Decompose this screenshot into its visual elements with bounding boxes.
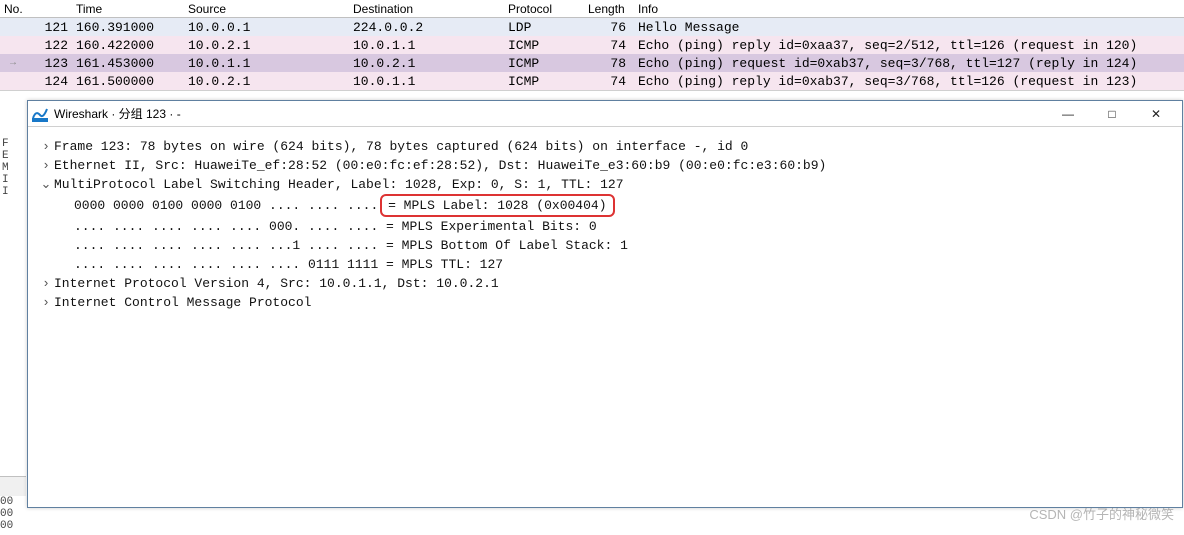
tree-fragment-letter: I	[2, 186, 26, 198]
cell-length: 78	[584, 56, 634, 71]
col-header-info[interactable]: Info	[634, 1, 1184, 17]
tree-icmp[interactable]: ›Internet Control Message Protocol	[38, 293, 1172, 312]
cell-info: Echo (ping) reply id=0xaa37, seq=2/512, …	[634, 38, 1184, 53]
packet-list-header: No. Time Source Destination Protocol Len…	[0, 0, 1184, 18]
protocol-tree[interactable]: ›Frame 123: 78 bytes on wire (624 bits),…	[28, 127, 1182, 322]
cell-source: 10.0.2.1	[184, 74, 349, 89]
cell-no: 124	[20, 74, 72, 89]
hex-line-fragment: 000000	[0, 496, 26, 532]
cell-no: 122	[20, 38, 72, 53]
caret-closed-icon[interactable]: ›	[38, 156, 54, 175]
packet-detail-window: Wireshark · 分组 123 · - — □ ✕ ›Frame 123:…	[27, 100, 1183, 508]
cell-info: Echo (ping) request id=0xab37, seq=3/768…	[634, 56, 1184, 71]
col-header-source[interactable]: Source	[184, 1, 349, 17]
cell-time: 161.500000	[72, 74, 184, 89]
related-arrow-icon: →	[0, 58, 20, 69]
hex-offset-fragment: 00	[0, 496, 26, 508]
cell-protocol: LDP	[504, 20, 584, 35]
packet-row[interactable]: 121160.39100010.0.0.1224.0.0.2LDP76Hello…	[0, 18, 1184, 36]
cell-destination: 224.0.0.2	[349, 20, 504, 35]
cell-info: Echo (ping) reply id=0xab37, seq=3/768, …	[634, 74, 1184, 89]
tree-ethernet[interactable]: ›Ethernet II, Src: HuaweiTe_ef:28:52 (00…	[38, 156, 1172, 175]
wireshark-icon	[32, 106, 48, 122]
cell-source: 10.0.0.1	[184, 20, 349, 35]
cell-protocol: ICMP	[504, 74, 584, 89]
watermark: CSDN @竹子的神秘微笑	[1029, 504, 1174, 523]
cell-time: 160.422000	[72, 38, 184, 53]
cell-destination: 10.0.2.1	[349, 56, 504, 71]
cell-protocol: ICMP	[504, 56, 584, 71]
highlight-mpls-label: = MPLS Label: 1028 (0x00404)	[380, 194, 614, 217]
cell-time: 160.391000	[72, 20, 184, 35]
tree-mpls-ttl[interactable]: .... .... .... .... .... .... 0111 1111 …	[38, 255, 1172, 274]
cell-destination: 10.0.1.1	[349, 74, 504, 89]
titlebar[interactable]: Wireshark · 分组 123 · - — □ ✕	[28, 101, 1182, 127]
cell-time: 161.453000	[72, 56, 184, 71]
col-header-no[interactable]: No.	[0, 1, 72, 17]
cell-length: 76	[584, 20, 634, 35]
cell-length: 74	[584, 38, 634, 53]
packet-list: No. Time Source Destination Protocol Len…	[0, 0, 1184, 91]
tree-fragment-letter: F	[2, 138, 26, 150]
tree-mpls[interactable]: ⌄MultiProtocol Label Switching Header, L…	[38, 175, 1172, 194]
col-header-length[interactable]: Length	[584, 1, 634, 17]
caret-closed-icon[interactable]: ›	[38, 293, 54, 312]
packet-row[interactable]: →123161.45300010.0.1.110.0.2.1ICMP78Echo…	[0, 54, 1184, 72]
close-button[interactable]: ✕	[1134, 103, 1178, 125]
tree-mpls-label[interactable]: 0000 0000 0100 0000 0100 .... .... .... …	[38, 194, 1172, 217]
col-header-protocol[interactable]: Protocol	[504, 1, 584, 17]
cell-length: 74	[584, 74, 634, 89]
cell-source: 10.0.2.1	[184, 38, 349, 53]
caret-closed-icon[interactable]: ›	[38, 137, 54, 156]
cell-source: 10.0.1.1	[184, 56, 349, 71]
window-title: Wireshark · 分组 123 · -	[54, 105, 1046, 122]
cell-no: 121	[20, 20, 72, 35]
hex-offset-fragment: 00	[0, 508, 26, 520]
tree-mpls-bos[interactable]: .... .... .... .... .... ...1 .... .... …	[38, 236, 1172, 255]
caret-closed-icon[interactable]: ›	[38, 274, 54, 293]
tab-strip-fragment	[0, 476, 26, 496]
tree-fragment-letter: E	[2, 150, 26, 162]
minimize-button[interactable]: —	[1046, 103, 1090, 125]
cell-no: 123	[20, 56, 72, 71]
cell-info: Hello Message	[634, 20, 1184, 35]
cell-protocol: ICMP	[504, 38, 584, 53]
maximize-button[interactable]: □	[1090, 103, 1134, 125]
tree-fragment-letter: M	[2, 162, 26, 174]
hex-offset-fragment: 00	[0, 520, 26, 532]
caret-open-icon[interactable]: ⌄	[38, 175, 54, 194]
packet-row[interactable]: 124161.50000010.0.2.110.0.1.1ICMP74Echo …	[0, 72, 1184, 90]
col-header-destination[interactable]: Destination	[349, 1, 504, 17]
tree-fragment-letter: I	[2, 174, 26, 186]
tree-frame[interactable]: ›Frame 123: 78 bytes on wire (624 bits),…	[38, 137, 1172, 156]
packet-row[interactable]: 122160.42200010.0.2.110.0.1.1ICMP74Echo …	[0, 36, 1184, 54]
tree-ip[interactable]: ›Internet Protocol Version 4, Src: 10.0.…	[38, 274, 1172, 293]
tree-mpls-exp[interactable]: .... .... .... .... .... 000. .... .... …	[38, 217, 1172, 236]
left-edge-strip: FEMII	[0, 100, 26, 529]
col-header-time[interactable]: Time	[72, 1, 184, 17]
cell-destination: 10.0.1.1	[349, 38, 504, 53]
